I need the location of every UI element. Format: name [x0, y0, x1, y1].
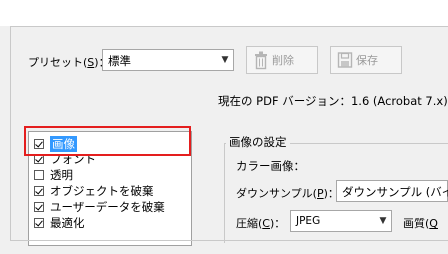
list-item-transparency[interactable]: 透明: [34, 167, 73, 183]
presets-value: 標準: [108, 54, 131, 68]
list-item-label: オブジェクトを破棄: [50, 184, 154, 198]
presets-label: プリセット(S)：: [28, 56, 110, 69]
compression-dropdown[interactable]: JPEG ▼: [290, 210, 392, 232]
list-item-discard-user-data[interactable]: ユーザーデータを破棄: [34, 199, 165, 215]
group-border: [224, 143, 225, 243]
downsample-value: ダウンサンプル (バイキ: [342, 185, 448, 199]
image-settings-title: 画像の設定: [226, 134, 290, 150]
presets-dropdown[interactable]: 標準 ▼: [102, 49, 234, 71]
save-button[interactable]: 保存: [330, 46, 402, 74]
chevron-down-icon: ▼: [379, 216, 387, 226]
divider: [10, 26, 448, 27]
list-item-discard-objects[interactable]: オブジェクトを破棄: [34, 183, 154, 199]
list-item-label: 最適化: [50, 216, 85, 230]
downsample-dropdown[interactable]: ダウンサンプル (バイキ: [336, 180, 448, 202]
delete-button[interactable]: 削除: [246, 46, 318, 74]
divider: [10, 240, 448, 241]
floppy-disk-icon: [337, 52, 353, 68]
checkbox[interactable]: [34, 186, 44, 196]
delete-label: 削除: [272, 54, 294, 67]
downsample-label: ダウンサンプル(P)：: [236, 187, 339, 200]
chevron-down-icon: ▼: [221, 55, 229, 65]
trash-icon: [255, 51, 267, 70]
save-label: 保存: [356, 54, 378, 67]
checkbox[interactable]: [34, 170, 44, 180]
compression-label: 圧縮(C)：: [236, 217, 286, 230]
checkbox[interactable]: [34, 202, 44, 212]
list-item-label: ユーザーデータを破棄: [50, 200, 165, 214]
list-item-label: 透明: [50, 168, 73, 182]
quality-label: 画質(Q: [403, 217, 438, 230]
pdf-version-text: 現在の PDF バージョン：1.6 (Acrobat 7.x): [218, 94, 448, 108]
color-image-label: カラー画像：: [236, 159, 305, 173]
compression-value: JPEG: [296, 215, 321, 227]
divider: [10, 26, 11, 241]
checkbox[interactable]: [34, 218, 44, 228]
title-area: [0, 0, 448, 26]
list-item-optimize[interactable]: 最適化: [34, 215, 85, 231]
highlight-frame: [24, 126, 191, 156]
